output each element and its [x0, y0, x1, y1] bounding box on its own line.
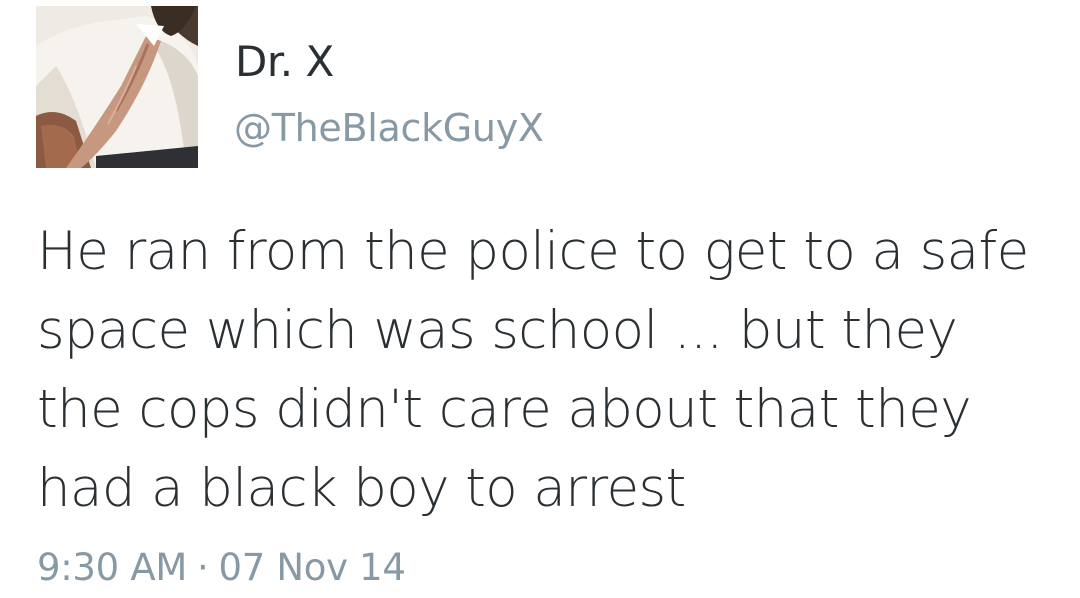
avatar[interactable]: [36, 6, 198, 168]
profile-photo-icon: [36, 6, 198, 168]
tweet-text-line: He ran from the police to get to a safe: [37, 221, 1029, 282]
tweet-text-line: space which was school ... but they: [37, 300, 958, 361]
tweet-timestamp[interactable]: 9:30 AM · 07 Nov 14: [37, 544, 406, 592]
tweet-card: Dr. X @TheBlackGuyX He ran from the poli…: [0, 0, 1080, 598]
user-handle[interactable]: @TheBlackGuyX: [234, 104, 544, 152]
tweet-text-line: the cops didn't care about that they: [37, 379, 972, 440]
tweet-text: He ran from the police to get to a safe …: [37, 212, 1047, 528]
display-name[interactable]: Dr. X: [235, 36, 334, 88]
timestamp-separator: ·: [196, 546, 209, 589]
tweet-text-line: had a black boy to arrest: [37, 458, 686, 519]
tweet-time: 9:30 AM: [37, 546, 187, 589]
tweet-date: 07 Nov 14: [218, 546, 406, 589]
